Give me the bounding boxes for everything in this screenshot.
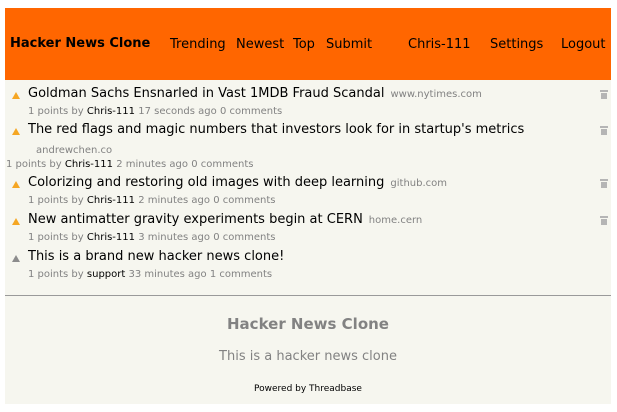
story-domain[interactable]: www.nytimes.com — [390, 89, 481, 100]
story-comments-link[interactable]: 0 comments — [213, 232, 275, 243]
story-title-text[interactable]: This is a brand new hacker news clone! — [28, 249, 284, 264]
top-header: Hacker News Clone Trending Newest Top Su… — [5, 8, 611, 80]
page-frame: Hacker News Clone Trending Newest Top Su… — [5, 8, 611, 404]
story-points: 1 points by — [28, 106, 84, 117]
story-meta: 1 points by support 33 minutes ago 1 com… — [28, 269, 272, 280]
story-comments-link[interactable]: 0 comments — [191, 159, 253, 170]
story-points: 1 points by — [28, 232, 84, 243]
nav-submit[interactable]: Submit — [326, 37, 372, 52]
story-meta: 1 points by Chris-111 3 minutes ago 0 co… — [28, 232, 275, 243]
story-meta: 1 points by Chris-111 2 minutes ago 0 co… — [28, 195, 275, 206]
upvote-icon[interactable] — [12, 255, 20, 262]
story-domain[interactable]: home.cern — [369, 215, 422, 226]
story-comments-link[interactable]: 0 comments — [220, 106, 282, 117]
story-time: 33 minutes ago — [128, 269, 207, 280]
story-domain[interactable]: github.com — [390, 178, 447, 189]
footer-subtitle: This is a hacker news clone — [219, 349, 397, 364]
story-author[interactable]: Chris-111 — [87, 106, 135, 117]
logout-link[interactable]: Logout — [561, 37, 606, 52]
user-profile-link[interactable]: Chris-111 — [408, 37, 471, 52]
story-title-text[interactable]: The red flags and magic numbers that inv… — [28, 122, 524, 137]
story-points: 1 points by — [6, 159, 62, 170]
upvote-icon[interactable] — [12, 181, 20, 188]
powered-by-text: Powered by Threadbase — [254, 384, 362, 394]
story-comments-link[interactable]: 1 comments — [210, 269, 272, 280]
nav-top[interactable]: Top — [293, 37, 315, 52]
trash-icon[interactable] — [600, 90, 608, 99]
brand-link[interactable]: Hacker News Clone — [10, 36, 150, 51]
story-title-text[interactable]: New antimatter gravity experiments begin… — [28, 212, 363, 227]
story-title-text[interactable]: Colorizing and restoring old images with… — [28, 175, 384, 190]
nav-newest[interactable]: Newest — [236, 37, 284, 52]
story-time: 17 seconds ago — [138, 106, 217, 117]
story-author[interactable]: support — [87, 269, 125, 280]
trash-icon[interactable] — [600, 216, 608, 225]
story-time: 2 minutes ago — [116, 159, 188, 170]
story-comments-link[interactable]: 0 comments — [213, 195, 275, 206]
trash-icon[interactable] — [600, 179, 608, 188]
settings-link[interactable]: Settings — [490, 37, 543, 52]
footer-divider — [5, 295, 611, 296]
story-author[interactable]: Chris-111 — [65, 159, 113, 170]
footer-title: Hacker News Clone — [227, 315, 389, 333]
trash-icon[interactable] — [600, 126, 608, 135]
story-meta: 1 points by Chris-111 2 minutes ago 0 co… — [6, 159, 253, 170]
story-title[interactable]: Colorizing and restoring old images with… — [28, 175, 447, 190]
upvote-icon[interactable] — [12, 218, 20, 225]
story-author[interactable]: Chris-111 — [87, 232, 135, 243]
story-meta: 1 points by Chris-111 17 seconds ago 0 c… — [28, 106, 282, 117]
nav-trending[interactable]: Trending — [170, 37, 226, 52]
story-title[interactable]: New antimatter gravity experiments begin… — [28, 212, 422, 227]
story-domain[interactable]: andrewchen.co — [36, 145, 112, 156]
story-points: 1 points by — [28, 195, 84, 206]
story-title-text[interactable]: Goldman Sachs Ensnarled in Vast 1MDB Fra… — [28, 86, 384, 101]
story-time: 3 minutes ago — [138, 232, 210, 243]
upvote-icon[interactable] — [12, 92, 20, 99]
story-title[interactable]: Goldman Sachs Ensnarled in Vast 1MDB Fra… — [28, 86, 482, 101]
story-time: 2 minutes ago — [138, 195, 210, 206]
story-author[interactable]: Chris-111 — [87, 195, 135, 206]
upvote-icon[interactable] — [12, 128, 20, 135]
story-points: 1 points by — [28, 269, 84, 280]
